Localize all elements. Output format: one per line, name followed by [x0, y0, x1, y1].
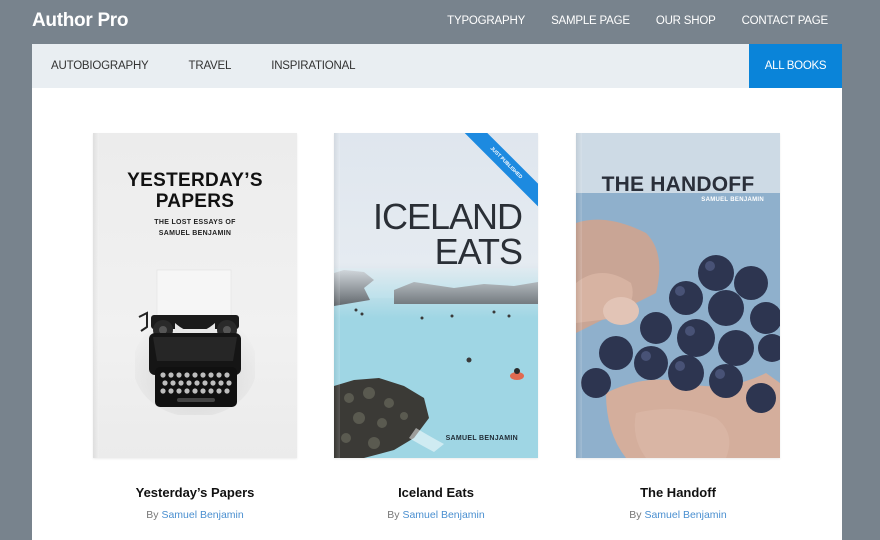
cover-title-line: PAPERS	[155, 191, 235, 212]
all-books-button[interactable]: ALL BOOKS	[749, 44, 842, 88]
cover-title: THE HANDOFF	[601, 173, 755, 196]
cover-subtitle-line: SAMUEL BENJAMIN	[158, 230, 232, 237]
book-cover[interactable]: YESTERDAY’S PAPERS THE LOST ESSAYS OF SA…	[93, 133, 297, 458]
book-title[interactable]: The Handoff	[576, 485, 780, 500]
content-container: AUTOBIOGRAPHY TRAVEL INSPIRATIONAL ALL B…	[32, 44, 842, 540]
category-inspirational[interactable]: INSPIRATIONAL	[271, 60, 355, 72]
cover-author: SAMUEL BENJAMIN	[701, 197, 764, 203]
primary-nav: TYPOGRAPHY SAMPLE PAGE OUR SHOP CONTACT …	[447, 15, 828, 27]
nav-sample-page[interactable]: SAMPLE PAGE	[551, 15, 630, 27]
blue-lagoon-illustration	[334, 268, 538, 458]
book-cover[interactable]: THE HANDOFF SAMUEL BENJAMIN	[576, 133, 780, 458]
cover-subtitle-line: THE LOST ESSAYS OF	[154, 219, 236, 226]
byline-prefix: By	[146, 509, 159, 521]
nav-typography[interactable]: TYPOGRAPHY	[447, 15, 525, 27]
site-title[interactable]: Author Pro	[32, 10, 129, 32]
cover-title-line: ICELAND	[372, 196, 523, 237]
byline-prefix: By	[387, 509, 400, 521]
cover-author: SAMUEL BENJAMIN	[445, 435, 518, 442]
book-byline: By Samuel Benjamin	[93, 509, 297, 521]
author-link[interactable]: Samuel Benjamin	[644, 509, 726, 521]
book-title[interactable]: Yesterday’s Papers	[93, 485, 297, 500]
typewriter-illustration	[135, 269, 255, 415]
category-autobiography[interactable]: AUTOBIOGRAPHY	[51, 60, 149, 72]
book-card: YESTERDAY’S PAPERS THE LOST ESSAYS OF SA…	[93, 133, 297, 521]
cover-title: YESTERDAY’S PAPERS	[93, 170, 297, 212]
byline-prefix: By	[629, 509, 642, 521]
cover-subtitle: THE LOST ESSAYS OF SAMUEL BENJAMIN	[93, 217, 297, 239]
cover-title-line: YESTERDAY’S	[127, 170, 263, 191]
nav-our-shop[interactable]: OUR SHOP	[656, 15, 716, 27]
book-byline: By Samuel Benjamin	[576, 509, 780, 521]
site-header: Author Pro TYPOGRAPHY SAMPLE PAGE OUR SH…	[0, 0, 880, 44]
author-link[interactable]: Samuel Benjamin	[402, 509, 484, 521]
book-category-nav: AUTOBIOGRAPHY TRAVEL INSPIRATIONAL ALL B…	[32, 44, 842, 88]
book-title[interactable]: Iceland Eats	[334, 485, 538, 500]
author-link[interactable]: Samuel Benjamin	[161, 509, 243, 521]
nav-contact-page[interactable]: CONTACT PAGE	[742, 15, 829, 27]
book-card: THE HANDOFF SAMUEL BENJAMIN The Handoff …	[576, 133, 780, 521]
cover-title-line: EATS	[434, 231, 523, 272]
category-list: AUTOBIOGRAPHY TRAVEL INSPIRATIONAL	[51, 60, 355, 72]
book-card: JUST PUBLISHED ICELAND EATS SAMUEL BENJA…	[334, 133, 538, 521]
book-byline: By Samuel Benjamin	[334, 509, 538, 521]
category-travel[interactable]: TRAVEL	[189, 60, 232, 72]
cover-title: ICELAND EATS	[372, 196, 523, 272]
book-cover[interactable]: JUST PUBLISHED ICELAND EATS SAMUEL BENJA…	[334, 133, 538, 458]
